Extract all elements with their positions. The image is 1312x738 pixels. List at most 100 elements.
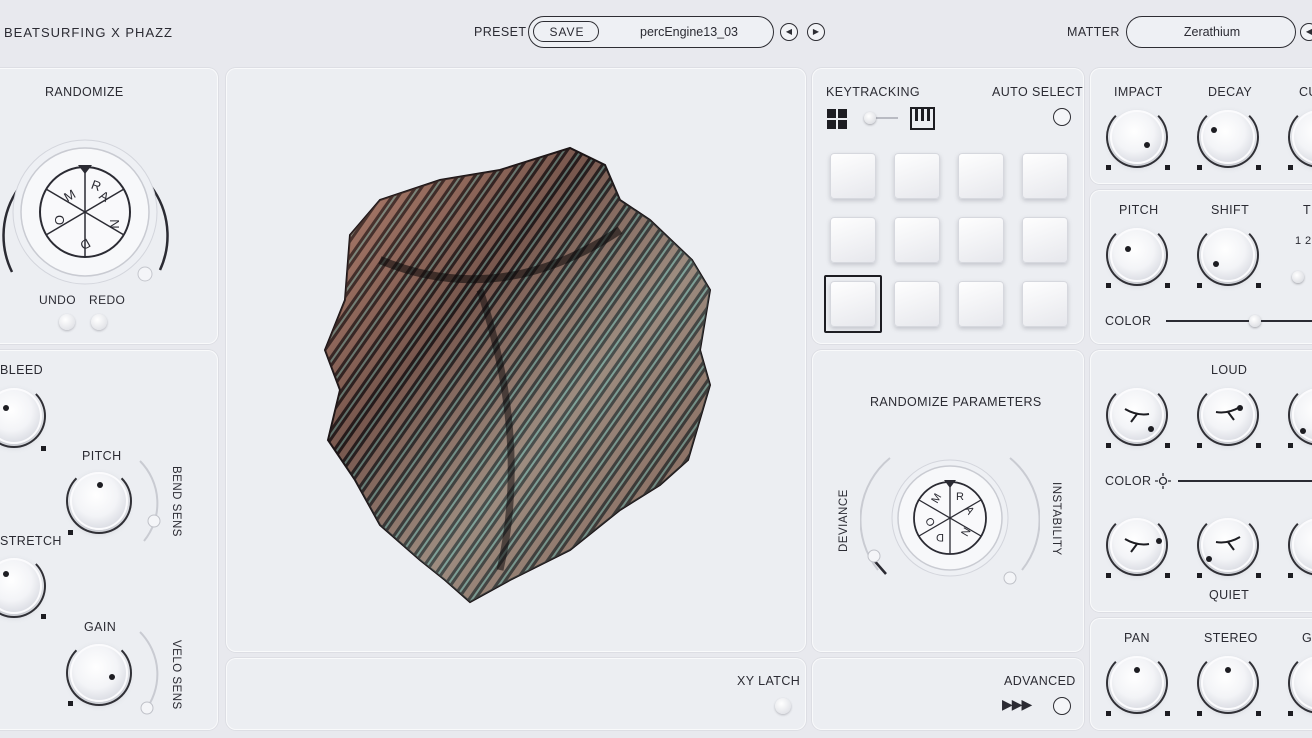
bleed-knob[interactable] [0,384,46,448]
bend-sens-arc[interactable] [136,455,166,550]
curve-icon [1124,538,1150,553]
keytracking-toggle[interactable] [862,110,902,126]
pad-11[interactable] [958,281,1004,327]
knob-min-tick [1288,573,1293,578]
knob-indicator [1225,667,1231,673]
redo-button[interactable] [91,314,107,330]
knob-indicator [1156,538,1162,544]
pitch-knob[interactable] [66,468,132,534]
knob-indicator [1206,556,1212,562]
undo-button[interactable] [59,314,75,330]
preset-name: percEngine13_03 [640,25,738,39]
shift-knob[interactable] [1197,224,1259,286]
pad-3[interactable] [958,153,1004,199]
knob-min-tick [1288,443,1293,448]
stereo-knob[interactable] [1197,652,1259,714]
pad-1[interactable] [830,153,876,199]
knob-min-tick [1197,711,1202,716]
color2-slider[interactable] [1178,480,1312,482]
impact-knob[interactable] [1106,106,1168,168]
knob-max-tick [1256,711,1261,716]
pad-8[interactable] [1022,217,1068,263]
velo-sens-arc[interactable] [136,626,166,721]
advanced-arrows-icon: ▶▶▶ [1002,696,1032,712]
t-slider-handle[interactable] [1292,271,1304,283]
randomize-dial[interactable]: A N D O M R [0,120,180,290]
undo-label: UNDO [39,293,76,307]
g-knob[interactable] [1288,652,1312,714]
quiet-knob-3[interactable] [1288,514,1312,576]
stereo-label: STEREO [1204,631,1258,645]
randomize-params-title: RANDOMIZE PARAMETERS [870,395,1042,409]
decay-knob[interactable] [1197,106,1259,168]
randomize-params-dial[interactable]: R A N D O M [860,450,1040,590]
loud-knob-2[interactable] [1197,384,1259,446]
prev-preset-button[interactable]: ◀ [780,23,798,41]
right-pitch-knob[interactable] [1106,224,1168,286]
loud-label: LOUD [1211,363,1248,377]
knob-min-tick [1288,165,1293,170]
preset-field[interactable]: SAVE percEngine13_03 [528,16,774,48]
triangle-right-icon: ▶ [812,27,820,36]
matter-field[interactable]: Zerathium [1126,16,1296,48]
auto-select-label: AUTO SELECT [992,85,1083,99]
grid-icon[interactable] [826,108,850,130]
knob-indicator [1144,142,1150,148]
xy-latch-panel [226,658,806,730]
save-button[interactable]: SAVE [533,21,599,42]
knob-indicator [1148,426,1154,432]
instability-label: INSTABILITY [1050,482,1062,556]
gain-knob[interactable] [66,640,132,706]
next-preset-button[interactable]: ▶ [807,23,825,41]
xy-latch-toggle[interactable] [775,698,791,714]
knob-min-tick [1197,283,1202,288]
knob-indicator [1211,127,1217,133]
cut-knob[interactable] [1288,106,1312,168]
pan-knob[interactable] [1106,652,1168,714]
shift-label: SHIFT [1211,203,1250,217]
knob-max-tick [1256,165,1261,170]
knob-max-tick [1256,443,1261,448]
loud-knob-1[interactable] [1106,384,1168,446]
svg-text:N: N [107,219,122,228]
bend-sens-label: BEND SENS [170,466,182,537]
stretch-label: STRETCH [0,534,62,548]
knob-min-tick [1197,443,1202,448]
matter-prev-button[interactable]: ◀ [1300,23,1312,41]
color-slider-handle[interactable] [1249,315,1262,327]
pad-9[interactable] [830,281,876,327]
knob-min-tick [1197,573,1202,578]
svg-text:O: O [52,215,67,225]
knob-max-tick [41,614,46,619]
auto-select-toggle[interactable] [1053,108,1071,126]
knob-indicator [3,405,9,411]
knob-min-tick [1106,711,1111,716]
knob-indicator [1300,428,1306,434]
g-label: G [1302,631,1312,645]
svg-text:D: D [936,531,944,543]
piano-icon[interactable] [910,107,936,131]
knob-indicator [1125,246,1131,252]
quiet-knob-2[interactable] [1197,514,1259,576]
knob-max-tick [1165,443,1170,448]
t-label: T [1303,203,1312,217]
pad-4[interactable] [1022,153,1068,199]
advanced-label: ADVANCED [1004,674,1076,688]
pad-6[interactable] [894,217,940,263]
pad-7[interactable] [958,217,1004,263]
pad-2[interactable] [894,153,940,199]
matter-object[interactable] [320,140,720,610]
stretch-knob[interactable] [0,554,46,618]
pad-5[interactable] [830,217,876,263]
gain-label: GAIN [84,620,117,634]
pad-10[interactable] [894,281,940,327]
quiet-knob-1[interactable] [1106,514,1168,576]
loud-knob-3[interactable] [1288,384,1312,446]
pad-12[interactable] [1022,281,1068,327]
randomize-title: RANDOMIZE [45,85,124,99]
save-label: SAVE [549,25,585,39]
deviance-label: DEVIANCE [838,489,850,552]
advanced-toggle[interactable] [1053,697,1071,715]
color-slider[interactable] [1166,314,1312,328]
knob-min-tick [68,701,73,706]
